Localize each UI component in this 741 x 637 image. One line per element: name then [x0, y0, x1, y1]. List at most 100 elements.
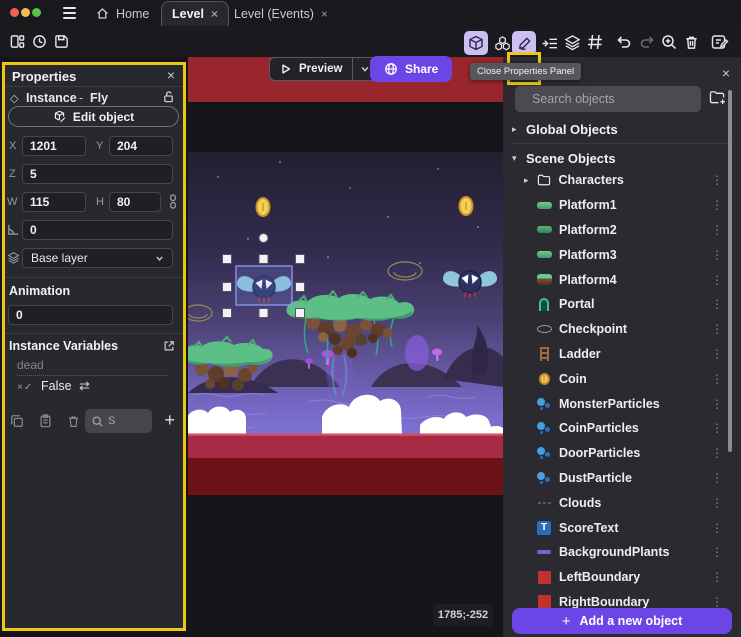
objects-panel: Objects × ▸ Global Objects ▾ Scene Objec… [503, 57, 741, 637]
panels-layout-icon[interactable] [8, 32, 26, 50]
object-item-clouds[interactable]: Clouds ⋮ [503, 490, 735, 515]
delete-icon[interactable] [681, 32, 701, 52]
redo-icon[interactable] [637, 32, 657, 52]
height-field[interactable] [109, 192, 161, 212]
lock-aspect-ratio-icon[interactable] [168, 194, 178, 209]
item-menu-icon[interactable]: ⋮ [711, 347, 723, 361]
add-new-object-button[interactable]: + Add a new object [512, 608, 732, 634]
object-item-backgroundplants[interactable]: BackgroundPlants ⋮ [503, 540, 735, 565]
properties-panel-title: Properties [12, 69, 76, 84]
item-menu-icon[interactable]: ⋮ [711, 545, 723, 559]
scrollbar-thumb[interactable] [728, 90, 732, 452]
object-item-coin[interactable]: Coin ⋮ [503, 366, 735, 391]
item-menu-icon[interactable]: ⋮ [711, 595, 723, 609]
tab-close-icon[interactable]: × [321, 7, 328, 21]
preview-button[interactable]: Preview [270, 63, 352, 75]
add-variable-icon[interactable]: + [164, 410, 175, 431]
tab-close-icon[interactable]: × [211, 7, 218, 21]
save-icon[interactable] [52, 32, 70, 50]
global-objects-group[interactable]: ▸ Global Objects [503, 118, 733, 140]
coin-object[interactable] [257, 198, 270, 216]
rotation-handle[interactable] [259, 234, 268, 243]
item-menu-icon[interactable]: ⋮ [711, 570, 723, 584]
variables-search[interactable] [85, 409, 152, 433]
item-menu-icon[interactable]: ⋮ [711, 248, 723, 262]
item-menu-icon[interactable]: ⋮ [711, 496, 723, 510]
copy-icon[interactable] [9, 413, 25, 429]
unlock-icon[interactable] [162, 90, 175, 103]
x-field[interactable] [22, 136, 86, 156]
item-menu-icon[interactable]: ⋮ [711, 198, 723, 212]
variable-value[interactable]: False [41, 379, 72, 393]
object-item-ladder[interactable]: Ladder ⋮ [503, 342, 735, 367]
item-menu-icon[interactable]: ⋮ [711, 372, 723, 386]
object-item-dustparticle[interactable]: DustParticle ⋮ [503, 466, 735, 491]
window-minimize-button[interactable] [21, 8, 30, 17]
item-menu-icon[interactable]: ⋮ [711, 322, 723, 336]
preview-button-group: Preview [269, 57, 378, 81]
properties-close-icon[interactable]: × [167, 67, 175, 83]
add-folder-icon[interactable] [709, 90, 726, 105]
window-close-button[interactable] [10, 8, 19, 17]
item-menu-icon[interactable]: ⋮ [711, 421, 723, 435]
main-menu-icon[interactable] [63, 7, 76, 19]
object-item-monsterparticles[interactable]: MonsterParticles ⋮ [503, 391, 735, 416]
edit-object-button[interactable]: Edit object [8, 106, 179, 127]
object-item-platform3[interactable]: Platform3 ⋮ [503, 242, 735, 267]
undo-icon[interactable] [614, 32, 634, 52]
object-item-doorparticles[interactable]: DoorParticles ⋮ [503, 441, 735, 466]
instances-list-icon[interactable] [539, 34, 559, 52]
delete-variable-icon[interactable] [65, 413, 81, 429]
object-item-leftboundary[interactable]: LeftBoundary ⋮ [503, 565, 735, 590]
width-field[interactable] [22, 192, 86, 212]
object-item-platform4[interactable]: Platform4 ⋮ [503, 267, 735, 292]
zoom-in-icon[interactable] [659, 32, 679, 52]
tab-level[interactable]: Level × [161, 1, 229, 26]
y-field[interactable] [109, 136, 173, 156]
angle-field[interactable] [22, 220, 173, 240]
particles-thumbnail-icon [536, 470, 552, 486]
item-menu-icon[interactable]: ⋮ [711, 397, 723, 411]
history-icon[interactable] [30, 32, 48, 50]
variables-search-input[interactable] [108, 415, 138, 427]
edit-properties-tool-icon[interactable] [512, 31, 536, 55]
z-field[interactable] [22, 164, 173, 184]
toggle-value-icon[interactable]: ⇄ [79, 378, 90, 394]
window-zoom-button[interactable] [32, 8, 41, 17]
object-item-scoretext[interactable]: T ScoreText ⋮ [503, 515, 735, 540]
platform-thumbnail-icon [536, 222, 552, 238]
open-variables-icon[interactable] [163, 340, 175, 352]
objects-search-input[interactable] [532, 92, 693, 106]
coin-object[interactable] [460, 197, 473, 215]
layer-select[interactable]: Base layer [22, 248, 173, 268]
3d-box-tool-icon[interactable] [464, 31, 488, 55]
item-menu-icon[interactable]: ⋮ [711, 446, 723, 460]
object-item-characters[interactable]: ▸ Characters ⋮ [503, 168, 735, 193]
grid-icon[interactable] [585, 32, 605, 52]
layers-icon[interactable] [561, 32, 583, 52]
share-button[interactable]: Share [370, 56, 452, 82]
objects-panel-close-icon[interactable]: × [722, 65, 730, 81]
tab-level-events[interactable]: Level (Events) × [224, 1, 338, 26]
edit-scene-settings-icon[interactable] [709, 32, 731, 52]
item-menu-icon[interactable]: ⋮ [711, 471, 723, 485]
animation-field[interactable] [8, 305, 173, 325]
objects-group-tool-icon[interactable] [490, 31, 514, 55]
chevron-down-icon [360, 64, 370, 74]
objects-search[interactable] [515, 86, 701, 112]
item-menu-icon[interactable]: ⋮ [711, 297, 723, 311]
object-item-platform2[interactable]: Platform2 ⋮ [503, 218, 735, 243]
item-menu-icon[interactable]: ⋮ [711, 521, 723, 535]
paste-icon[interactable] [37, 413, 53, 429]
object-item-checkpoint[interactable]: Checkpoint ⋮ [503, 317, 735, 342]
scene-objects-group[interactable]: ▾ Scene Objects [503, 147, 733, 169]
item-menu-icon[interactable]: ⋮ [711, 273, 723, 287]
tab-home[interactable]: Home [86, 1, 159, 26]
variable-name[interactable]: dead [17, 358, 168, 376]
object-item-portal[interactable]: Portal ⋮ [503, 292, 735, 317]
item-menu-icon[interactable]: ⋮ [711, 173, 723, 187]
item-menu-icon[interactable]: ⋮ [711, 223, 723, 237]
scene-canvas[interactable]: 1785;-252 [188, 57, 503, 637]
object-item-coinparticles[interactable]: CoinParticles ⋮ [503, 416, 735, 441]
object-item-platform1[interactable]: Platform1 ⋮ [503, 193, 735, 218]
